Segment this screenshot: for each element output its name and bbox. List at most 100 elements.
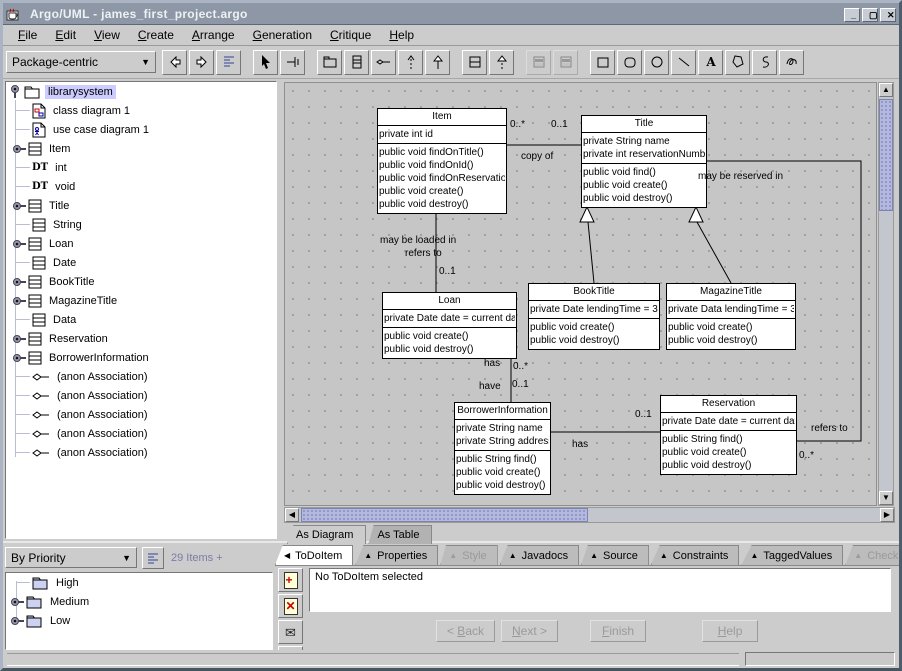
menu-edit[interactable]: Edit xyxy=(46,26,85,44)
email-expert-button[interactable]: ✉ xyxy=(278,620,303,644)
tree-item-int[interactable]: DTint xyxy=(6,158,276,177)
tree-expand-knob-icon[interactable] xyxy=(12,295,27,307)
realization-tool[interactable] xyxy=(489,50,514,75)
edge-label[interactable]: 0..* xyxy=(799,450,814,461)
todo-priority-low[interactable]: Low xyxy=(6,611,272,630)
tree-expand-knob-icon[interactable] xyxy=(9,84,21,99)
tree-expand-knob-icon[interactable] xyxy=(10,596,25,608)
select-tool[interactable] xyxy=(253,50,278,75)
todo-priority-medium[interactable]: Medium xyxy=(6,592,272,611)
association-tool[interactable] xyxy=(371,50,396,75)
generalization-tool[interactable] xyxy=(425,50,450,75)
horizontal-scroll-thumb[interactable] xyxy=(301,508,588,522)
tree-item-anon-association[interactable]: (anon Association) xyxy=(6,405,276,424)
tab-source[interactable]: ▲Source xyxy=(581,545,649,565)
vertical-scroll-thumb[interactable] xyxy=(879,99,893,211)
canvas-vertical-scrollbar[interactable]: ▲▼ xyxy=(878,82,894,506)
composition-tool[interactable] xyxy=(462,50,487,75)
tree-expand-knob-icon[interactable] xyxy=(12,352,27,364)
explorer-tree[interactable]: librarysystemclass diagram 1use case dia… xyxy=(5,81,277,539)
rectangle-tool[interactable] xyxy=(590,50,615,75)
tree-item-void[interactable]: DTvoid xyxy=(6,177,276,196)
edge-label[interactable]: 0..* xyxy=(513,361,528,372)
perspective-combo[interactable]: Package-centric ▼ xyxy=(6,51,156,73)
tree-expand-knob-icon[interactable] xyxy=(12,200,27,212)
new-todo-button[interactable]: + xyxy=(278,568,303,592)
tree-item-librarysystem[interactable]: librarysystem xyxy=(6,82,276,101)
line-tool[interactable] xyxy=(671,50,696,75)
uml-class-booktitle[interactable]: BookTitleprivate Date lendingTime = 30pu… xyxy=(528,283,660,350)
tab-todoitem[interactable]: ◀ToDoItem xyxy=(275,545,353,565)
edge-label[interactable]: 0..* xyxy=(510,119,525,130)
todo-filter-combo[interactable]: By Priority ▼ xyxy=(5,547,137,568)
tree-item-anon-association[interactable]: (anon Association) xyxy=(6,443,276,462)
text-tool[interactable]: A xyxy=(698,50,723,75)
close-button[interactable]: ✕ xyxy=(880,8,896,22)
uml-class-title[interactable]: Titleprivate String nameprivate int rese… xyxy=(581,115,707,208)
uml-class-magazinetitle[interactable]: MagazineTitleprivate Data lendingTime = … xyxy=(666,283,796,350)
tree-expand-knob-icon[interactable] xyxy=(12,276,27,288)
gen-booktitle-title[interactable] xyxy=(588,222,594,283)
edge-label[interactable]: refers to xyxy=(811,423,848,434)
resolve-todo-button[interactable]: ✕ xyxy=(278,594,303,618)
edge-label[interactable]: refers to xyxy=(405,248,442,259)
tree-item-reservation[interactable]: Reservation xyxy=(6,329,276,348)
circle-tool[interactable] xyxy=(644,50,669,75)
snooze-button[interactable]: + xyxy=(278,646,303,650)
tab-constraints[interactable]: ▲Constraints xyxy=(651,545,740,565)
diagram-canvas[interactable]: Itemprivate int idpublic void findOnTitl… xyxy=(284,82,877,506)
menu-view[interactable]: View xyxy=(85,26,129,44)
rounded-rect-tool[interactable] xyxy=(617,50,642,75)
scroll-up-button[interactable]: ▲ xyxy=(879,83,893,97)
package-tool[interactable] xyxy=(317,50,342,75)
edge-label[interactable]: 0..1 xyxy=(551,119,568,130)
tree-item-title[interactable]: Title xyxy=(6,196,276,215)
titlebar[interactable]: Argo/UML - james_first_project.argo _▢✕ xyxy=(3,3,899,25)
menu-file[interactable]: File xyxy=(9,26,46,44)
tab-taggedvalues[interactable]: ▲TaggedValues xyxy=(741,545,843,565)
tree-item-borrowerinformation[interactable]: BorrowerInformation xyxy=(6,348,276,367)
tab-properties[interactable]: ▲Properties xyxy=(355,545,438,565)
minimize-button[interactable]: _ xyxy=(844,8,860,22)
tree-item-anon-association[interactable]: (anon Association) xyxy=(6,424,276,443)
tree-expand-knob-icon[interactable] xyxy=(12,333,27,345)
tree-item-date[interactable]: Date xyxy=(6,253,276,272)
edge-label[interactable]: may be loaded in xyxy=(380,235,456,246)
tree-item-loan[interactable]: Loan xyxy=(6,234,276,253)
menu-help[interactable]: Help xyxy=(380,26,423,44)
uml-class-borrowerinformation[interactable]: BorrowerInformationprivate String namepr… xyxy=(454,402,551,495)
dependency-tool[interactable] xyxy=(398,50,423,75)
scroll-left-button[interactable]: ◀ xyxy=(285,508,299,522)
spline-tool[interactable] xyxy=(752,50,777,75)
ink-tool[interactable] xyxy=(779,50,804,75)
tree-item-class-diagram-1[interactable]: class diagram 1 xyxy=(6,101,276,120)
canvas-horizontal-scrollbar[interactable]: ◀▶ xyxy=(284,507,895,523)
tab-as-table[interactable]: As Table xyxy=(368,525,432,544)
edge-label[interactable]: copy of xyxy=(521,151,553,162)
tree-item-string[interactable]: String xyxy=(6,215,276,234)
perspective-config-button[interactable] xyxy=(216,50,241,75)
edge-label[interactable]: may be reserved in xyxy=(698,171,783,182)
tree-item-anon-association[interactable]: (anon Association) xyxy=(6,386,276,405)
tree-expand-knob-icon[interactable] xyxy=(12,143,27,155)
edge-label[interactable]: 0..1 xyxy=(512,379,529,390)
todo-config-button[interactable] xyxy=(142,547,164,569)
tree-item-data[interactable]: Data xyxy=(6,310,276,329)
maximize-button[interactable]: ▢ xyxy=(862,8,878,22)
tree-expand-knob-icon[interactable] xyxy=(10,615,25,627)
menu-arrange[interactable]: Arrange xyxy=(183,26,244,44)
todo-priority-high[interactable]: High xyxy=(6,573,272,592)
uml-class-item[interactable]: Itemprivate int idpublic void findOnTitl… xyxy=(377,108,507,214)
vertical-splitter[interactable] xyxy=(277,79,284,541)
scroll-down-button[interactable]: ▼ xyxy=(879,491,893,505)
tree-item-magazinetitle[interactable]: MagazineTitle xyxy=(6,291,276,310)
edge-label[interactable]: have xyxy=(479,381,501,392)
polygon-tool[interactable] xyxy=(725,50,750,75)
todo-tree[interactable]: HighMediumLow xyxy=(5,572,273,650)
todo-message-box[interactable]: No ToDoItem selected xyxy=(309,568,891,612)
broom-tool[interactable] xyxy=(280,50,305,75)
edge-label[interactable]: has xyxy=(484,358,500,369)
edge-label[interactable]: 0..1 xyxy=(635,409,652,420)
class-tool[interactable] xyxy=(344,50,369,75)
tree-item-item[interactable]: Item xyxy=(6,139,276,158)
